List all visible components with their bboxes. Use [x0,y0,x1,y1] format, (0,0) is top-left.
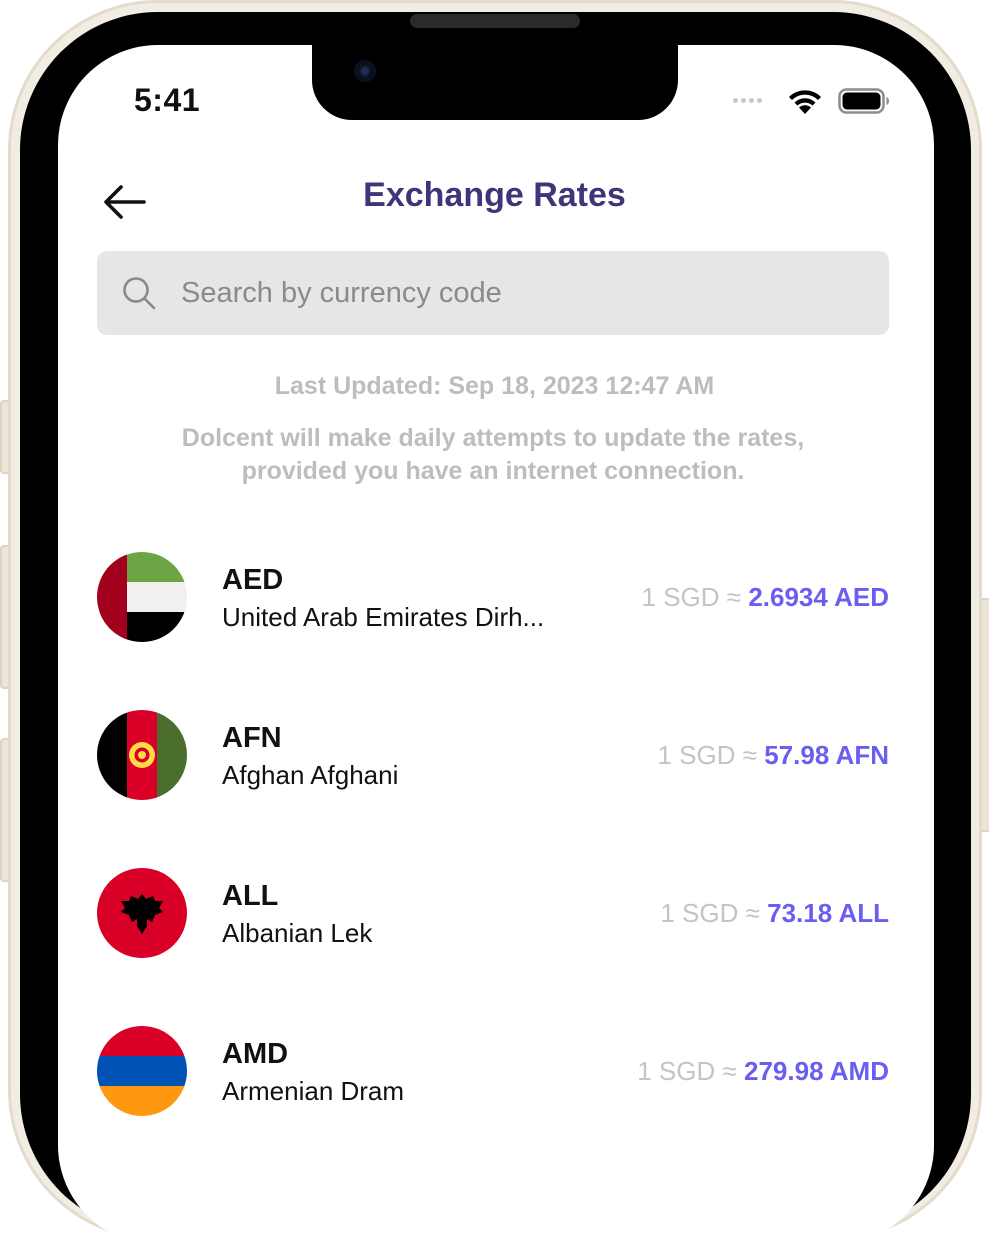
rate-base: 1 SGD [641,582,720,612]
rate-base: 1 SGD [637,1056,716,1086]
last-updated-text: Last Updated: Sep 18, 2023 12:47 AM [274,372,715,400]
exchange-rate: 1 SGD ≈ 2.6934 AED [642,582,889,613]
currency-code: AMD [222,1038,289,1070]
wifi-icon [789,90,821,114]
page-title: Exchange Rates [363,176,626,214]
rate-row-amd[interactable]: AMD Armenian Dram 1 SGD ≈ 279.98 AMD [97,1026,889,1118]
approx-sign: ≈ [742,740,757,770]
rate-row-aed[interactable]: AED United Arab Emirates Dirh... 1 SGD ≈… [97,552,889,644]
currency-name: United Arab Emirates Dirh... [222,602,545,632]
currency-name: Afghan Afghani [222,760,399,790]
uae-flag-icon [97,552,187,642]
currency-code: ALL [222,880,279,912]
rate-row-all[interactable]: ALL Albanian Lek 1 SGD ≈ 73.18 ALL [97,868,889,960]
approx-sign: ≈ [726,582,742,612]
signal-icon [733,98,762,103]
rate-value: 73.18 ALL [767,898,889,928]
rate-row-afn[interactable]: AFN Afghan Afghani 1 SGD ≈ 57.98 AFN [97,710,889,802]
front-camera [354,60,376,82]
exchange-rate: 1 SGD ≈ 279.98 AMD [637,1056,889,1087]
approx-sign: ≈ [722,1056,737,1086]
albania-flag-icon [97,868,187,958]
battery-icon [838,88,889,114]
magnifier-icon [123,277,156,310]
currency-name: Armenian Dram [222,1076,405,1106]
rate-base: 1 SGD [660,898,739,928]
currency-code: AED [222,564,284,596]
earpiece-speaker [410,14,580,28]
rate-value: 279.98 AMD [744,1056,889,1086]
afghanistan-flag-icon [97,710,187,800]
armenia-flag-icon [97,1026,187,1116]
search-input[interactable] [179,275,863,311]
exchange-rate: 1 SGD ≈ 73.18 ALL [660,898,889,929]
rate-value: 57.98 AFN [764,740,889,770]
currency-code: AFN [222,722,282,754]
approx-sign: ≈ [745,898,760,928]
currency-name: Albanian Lek [222,918,373,948]
rate-value: 2.6934 AED [748,582,889,612]
exchange-rate: 1 SGD ≈ 57.98 AFN [657,740,889,771]
update-note: Dolcent will make daily attempts to upda… [181,424,805,485]
status-time: 5:41 [134,82,201,118]
rate-base: 1 SGD [657,740,736,770]
search-box[interactable] [97,251,889,335]
